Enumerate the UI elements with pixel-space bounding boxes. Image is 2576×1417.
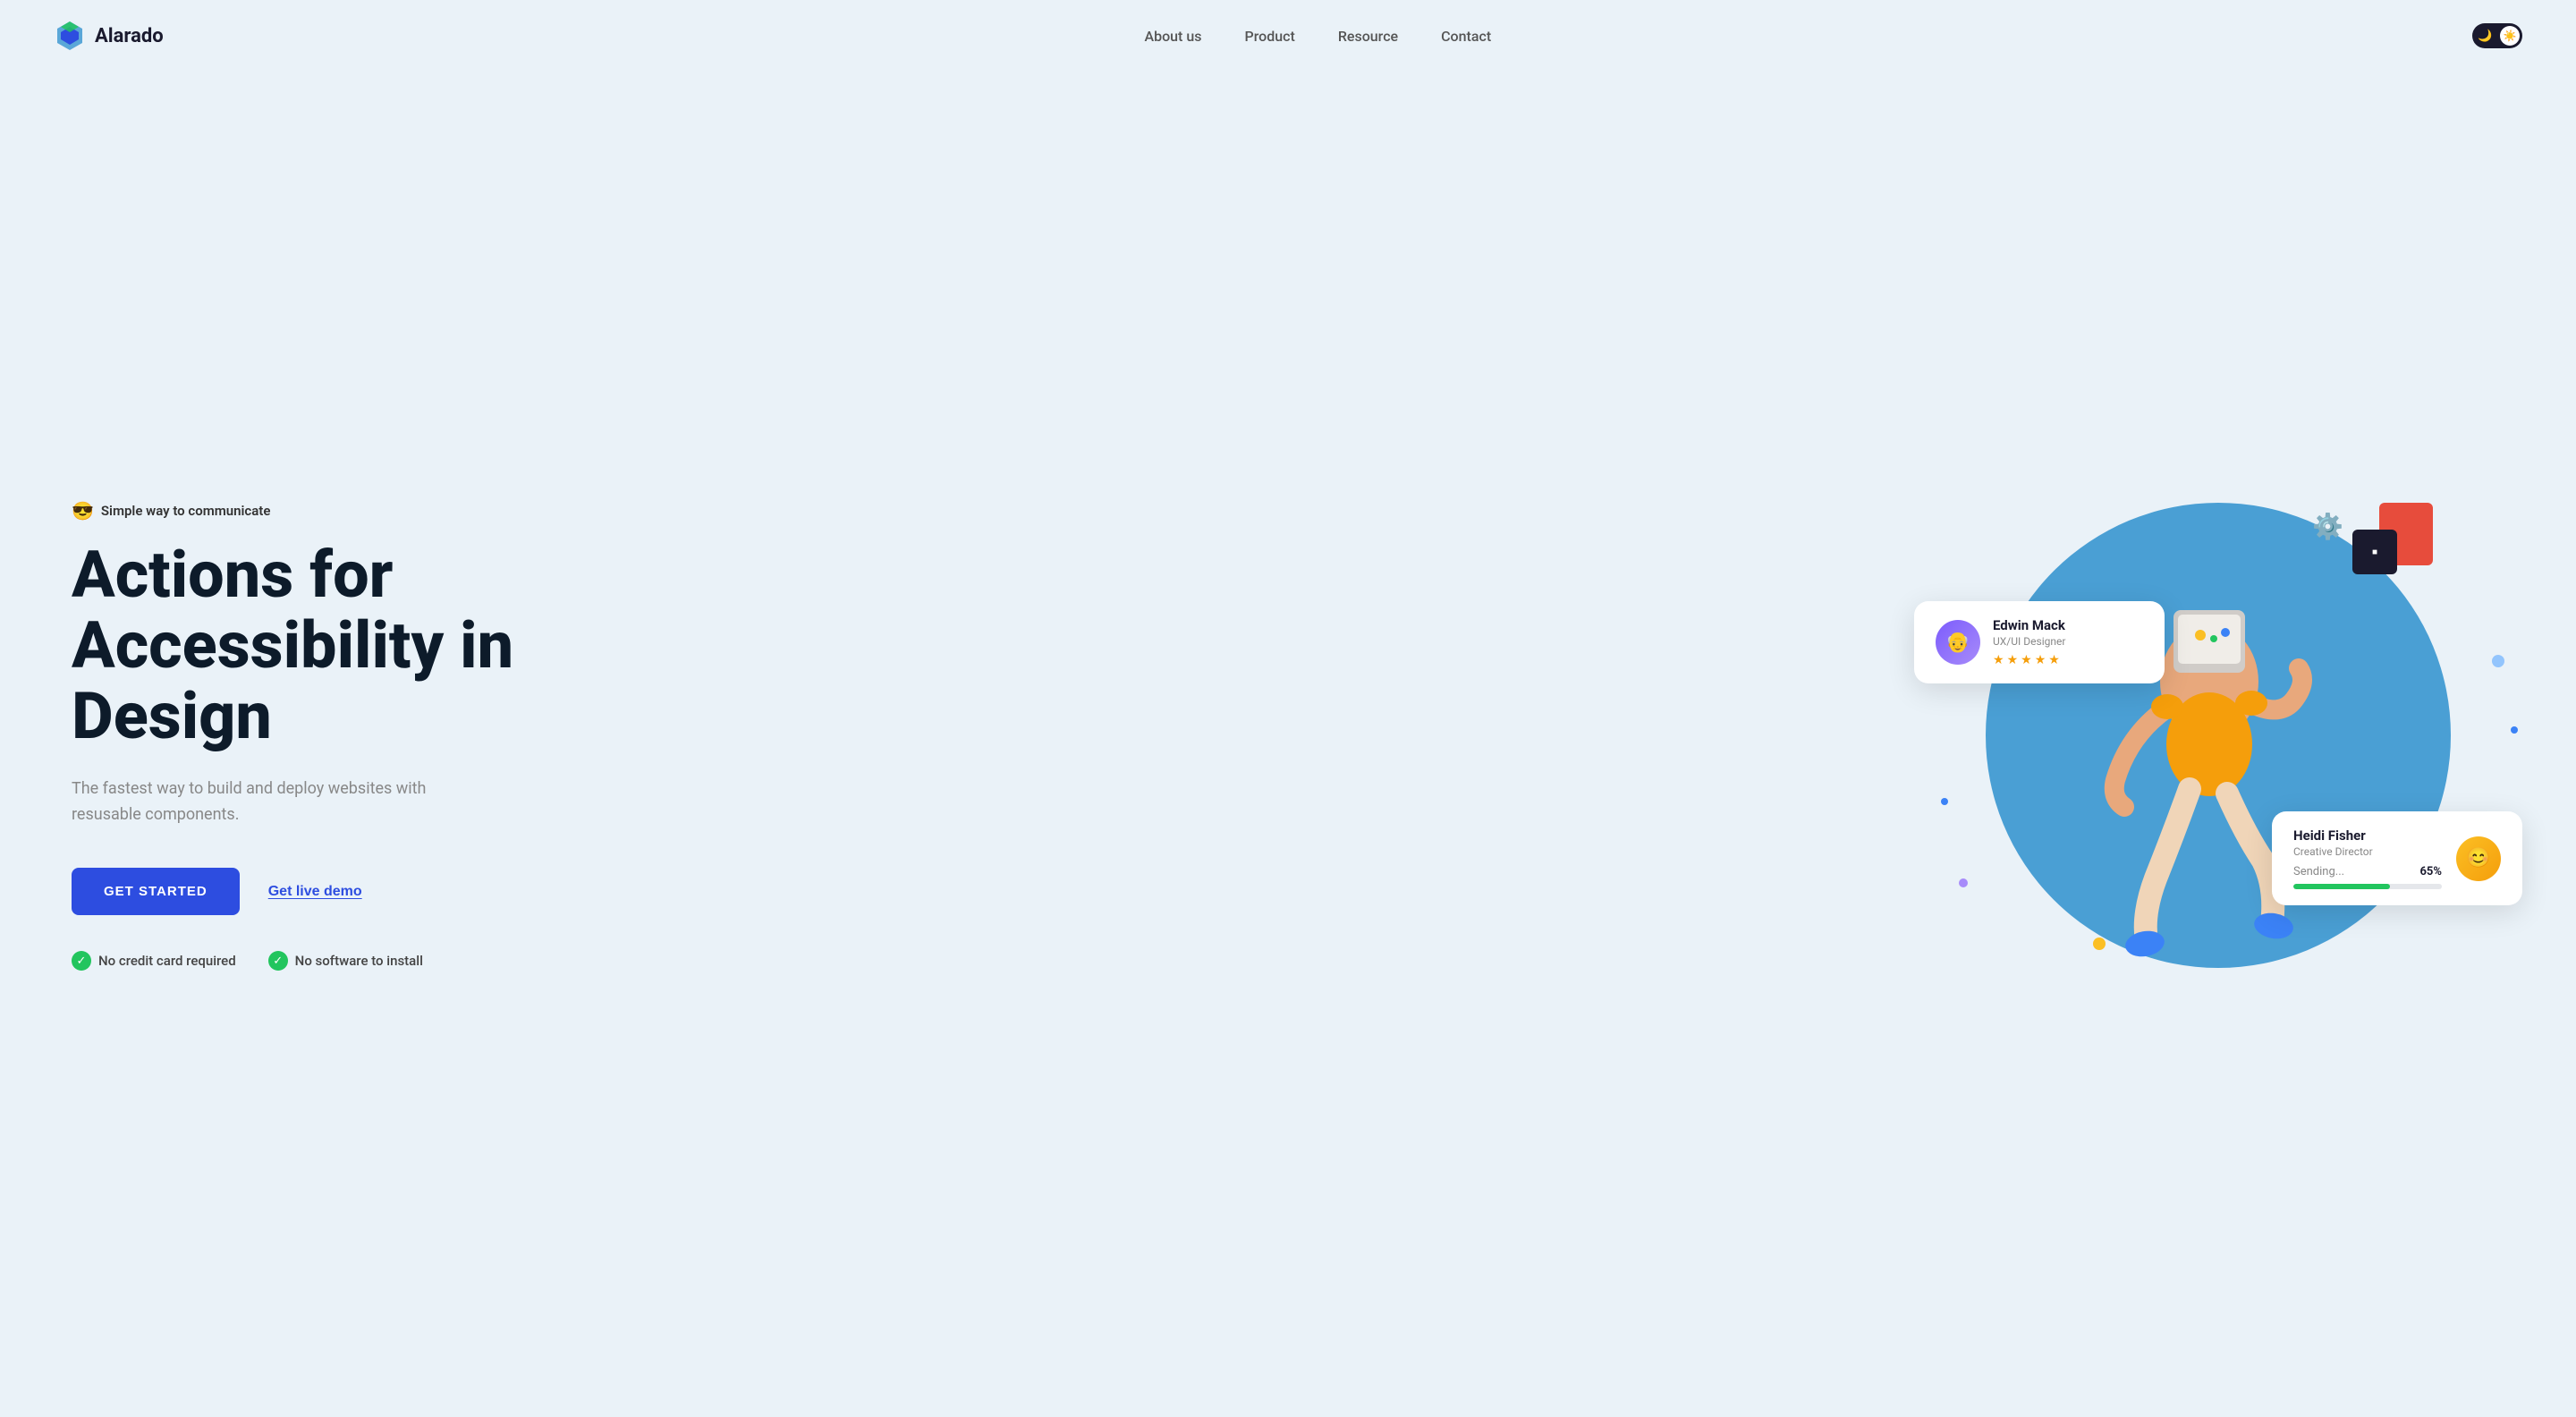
nav-resource[interactable]: Resource (1338, 28, 1398, 45)
check-icon-1: ✓ (72, 951, 91, 971)
avatar-edwin: 👴 (1936, 620, 1980, 665)
progress-label: Sending... (2293, 865, 2344, 878)
avatar-heidi: 😊 (2456, 836, 2501, 881)
card-edwin-info: Edwin Mack UX/UI Designer ★ ★ ★ ★ ★ (1993, 617, 2065, 667)
heidi-info: Heidi Fisher Creative Director Sending..… (2293, 827, 2442, 889)
hero-title: Actions for Accessibility in Design (72, 539, 513, 752)
logo-icon (54, 20, 86, 52)
dot-purple (1959, 878, 1968, 887)
card-edwin-stars: ★ ★ ★ ★ ★ (1993, 653, 2065, 667)
hero-badges: ✓ No credit card required ✓ No software … (72, 951, 513, 971)
card-heidi: Heidi Fisher Creative Director Sending..… (2272, 811, 2522, 905)
tagline-text: Simple way to communicate (101, 503, 271, 519)
hero-illustration: ■ ⚙️ (1914, 476, 2522, 995)
progress-bar (2293, 884, 2442, 889)
progress-row: Sending... 65% (2293, 865, 2442, 878)
tagline: 😎 Simple way to communicate (72, 500, 513, 522)
nav-links: About us Product Resource Contact (1144, 28, 1491, 45)
badge-text-2: No software to install (295, 953, 423, 969)
deco-items: ⚙️ (2312, 512, 2343, 541)
live-demo-button[interactable]: Get live demo (268, 884, 362, 900)
check-icon-2: ✓ (268, 951, 288, 971)
tagline-emoji: 😎 (72, 500, 94, 522)
card-edwin-name: Edwin Mack (1993, 617, 2065, 633)
dark-mode-toggle[interactable]: ☀️ (2472, 23, 2522, 48)
progress-fill (2293, 884, 2390, 889)
dot-2 (1941, 798, 1948, 805)
get-started-button[interactable]: GET STARTED (72, 868, 240, 915)
logo-text: Alarado (95, 25, 164, 47)
hero-subtitle: The fastest way to build and deploy webs… (72, 776, 465, 828)
dot-1 (2492, 655, 2504, 667)
badge-text-1: No credit card required (98, 953, 236, 969)
dot-3 (2511, 726, 2518, 734)
card-edwin-role: UX/UI Designer (1993, 635, 2065, 648)
nav-product[interactable]: Product (1244, 28, 1294, 45)
progress-pct: 65% (2419, 865, 2442, 878)
card-heidi-name: Heidi Fisher (2293, 827, 2442, 844)
card-heidi-role: Creative Director (2293, 845, 2442, 858)
nav-contact[interactable]: Contact (1441, 28, 1491, 45)
heidi-bottom: Heidi Fisher Creative Director Sending..… (2293, 827, 2501, 889)
toggle-knob: ☀️ (2500, 26, 2520, 46)
hero-buttons: GET STARTED Get live demo (72, 868, 513, 915)
card-edwin: 👴 Edwin Mack UX/UI Designer ★ ★ ★ ★ ★ (1914, 601, 2165, 683)
badge-no-credit-card: ✓ No credit card required (72, 951, 236, 971)
nav-about[interactable]: About us (1144, 28, 1201, 45)
logo[interactable]: Alarado (54, 20, 164, 52)
hero-character (2004, 476, 2415, 995)
hero-section: 😎 Simple way to communicate Actions for … (0, 72, 2576, 1417)
navbar: Alarado About us Product Resource Contac… (0, 0, 2576, 72)
badge-no-software: ✓ No software to install (268, 951, 423, 971)
hero-left: 😎 Simple way to communicate Actions for … (72, 500, 513, 971)
